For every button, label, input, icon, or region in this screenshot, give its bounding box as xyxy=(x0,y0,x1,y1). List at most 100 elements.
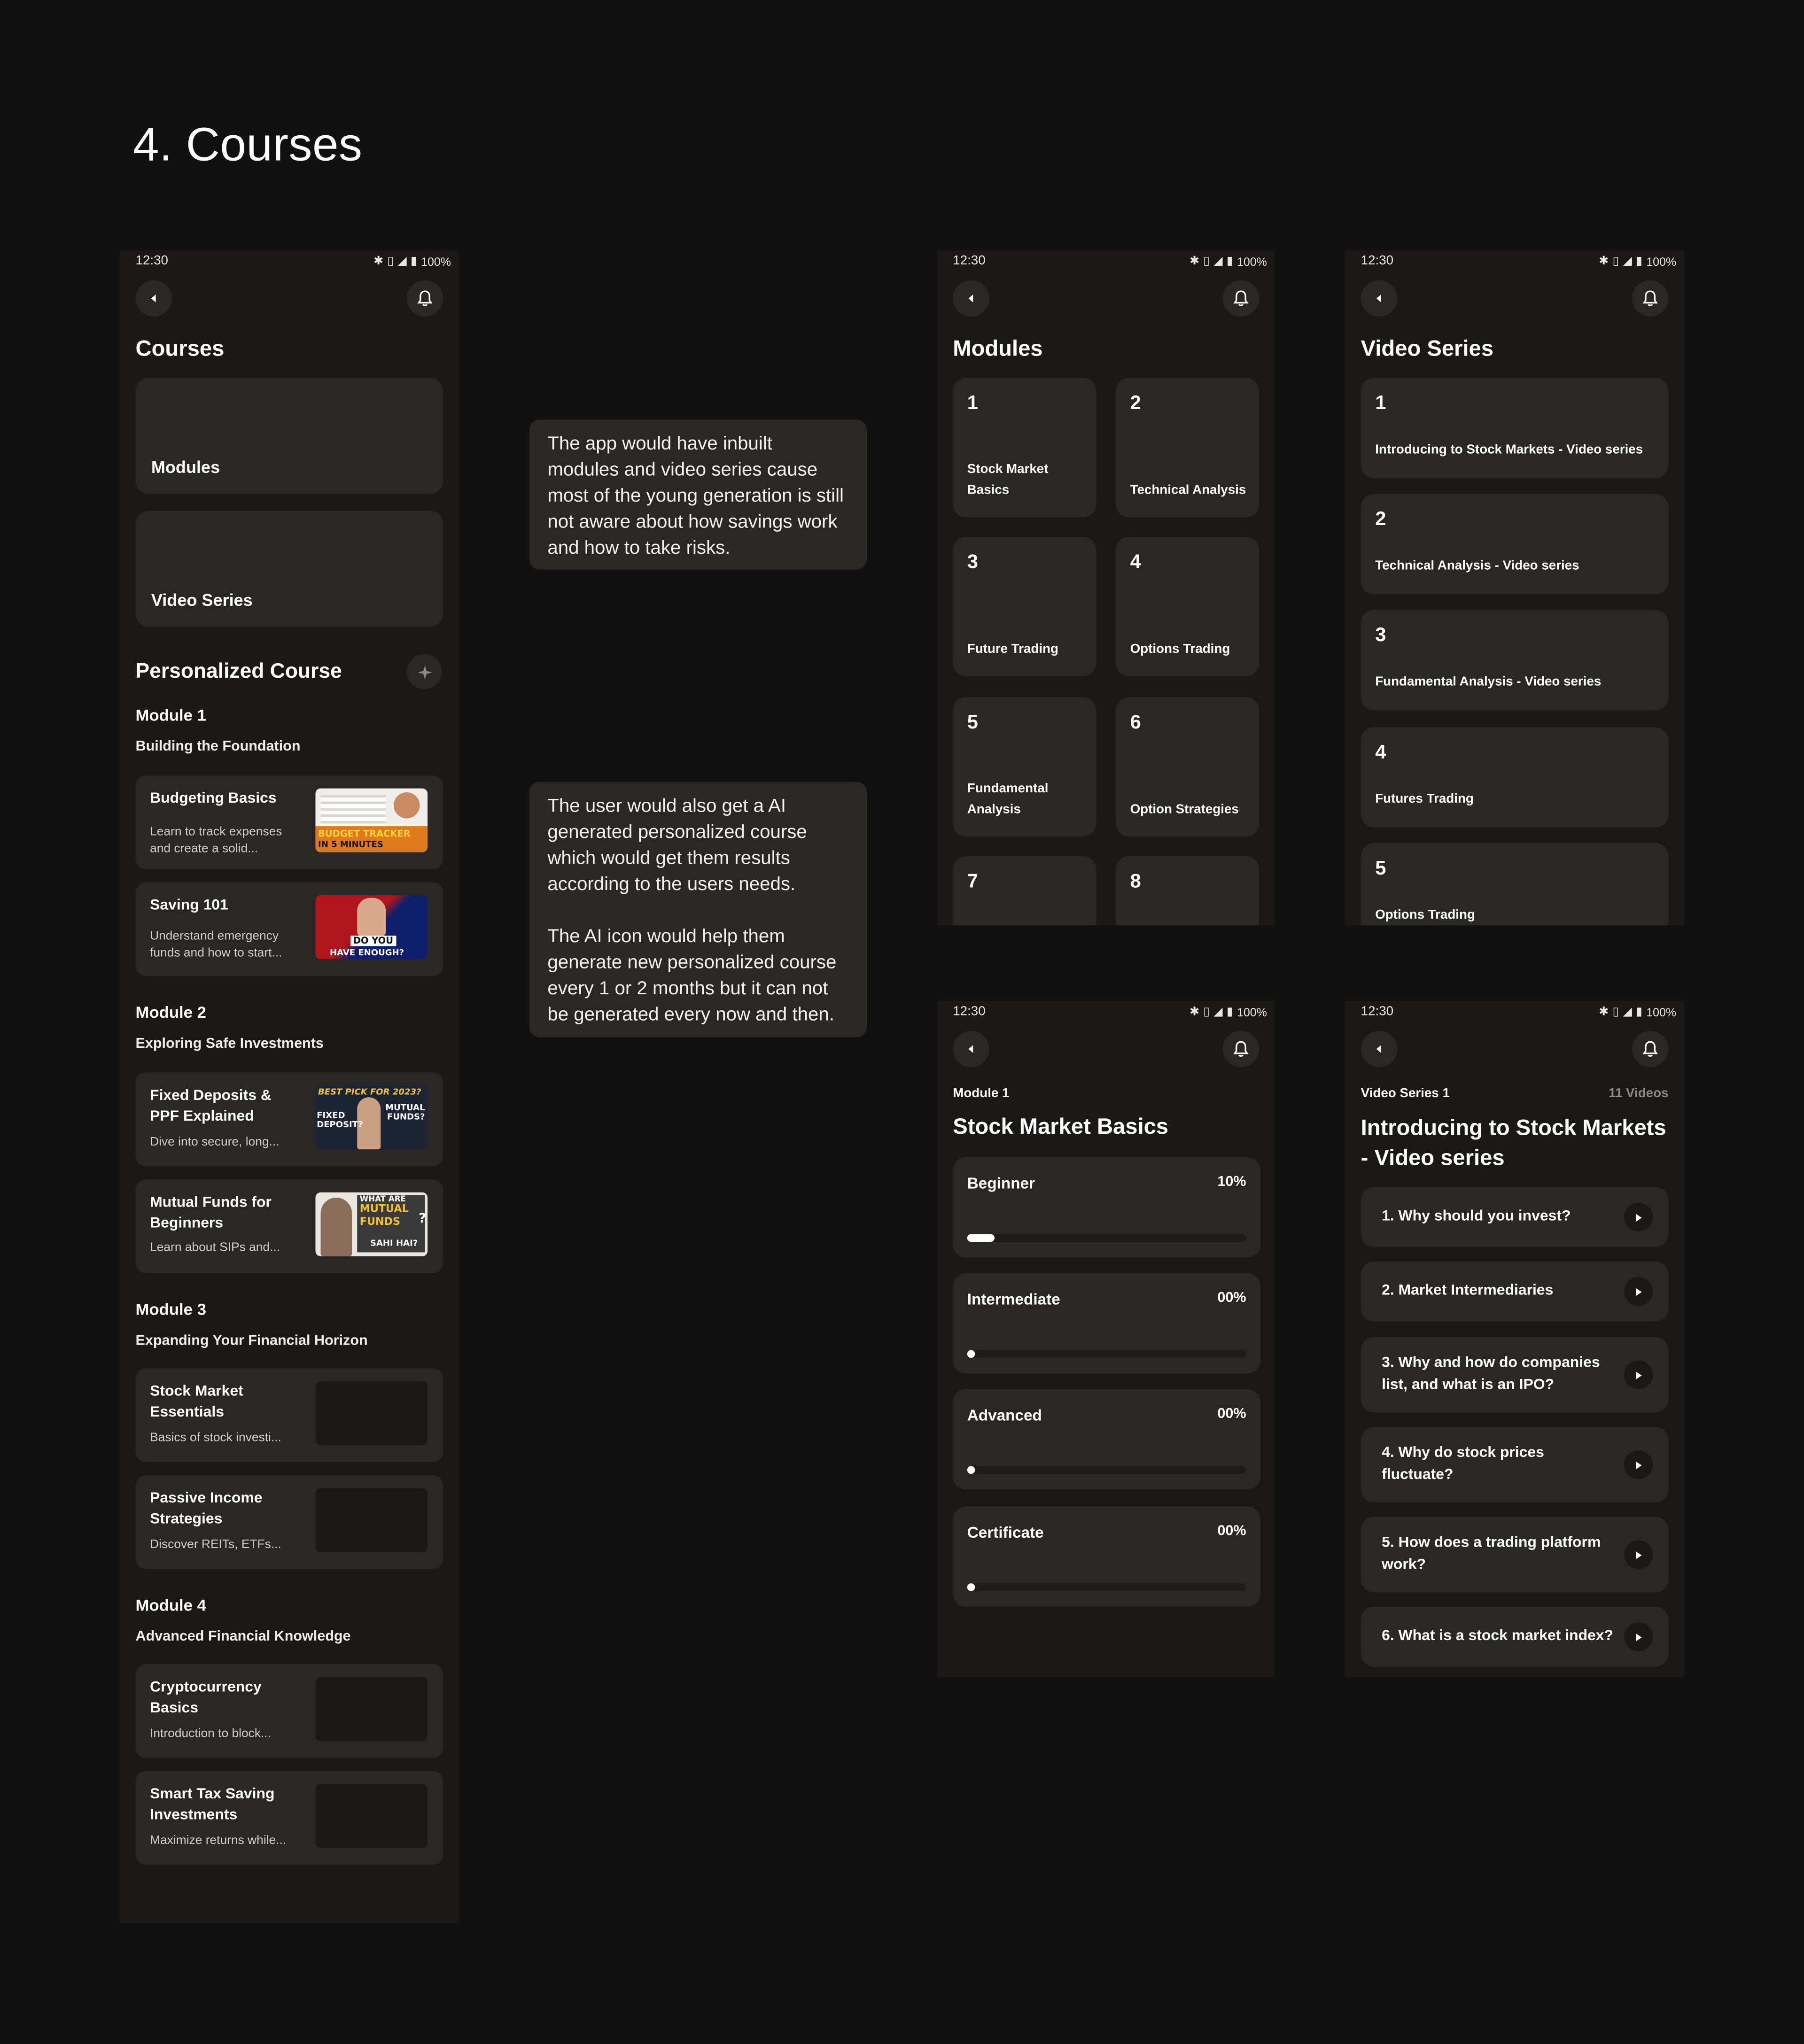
episode-item-1[interactable]: 1. Why should you invest? xyxy=(1361,1187,1669,1247)
play-button[interactable] xyxy=(1624,1622,1653,1651)
video-series-card-4[interactable]: 4 Futures Trading xyxy=(1361,727,1669,828)
module-card-5[interactable]: 5 Fundamental Analysis xyxy=(953,697,1096,837)
signal-icon: ◢ xyxy=(1213,254,1223,267)
episode-item-3[interactable]: 3. Why and how do companies list, and wh… xyxy=(1361,1337,1669,1413)
play-icon xyxy=(1636,1550,1642,1559)
notifications-button[interactable] xyxy=(1222,280,1260,317)
module-name: Options Trading xyxy=(1130,642,1230,657)
ai-generate-button[interactable] xyxy=(406,654,442,689)
battery-icon: ▮ xyxy=(1226,254,1233,267)
bell-icon xyxy=(1233,1041,1249,1057)
module-card-7[interactable]: 7 xyxy=(953,856,1096,925)
episode-item-2[interactable]: 2. Market Intermediaries xyxy=(1361,1261,1669,1322)
screen-title: Video Series xyxy=(1361,336,1493,361)
module-number: 7 xyxy=(967,870,978,893)
thumb-caption-1: BEST PICK FOR 2023? xyxy=(318,1087,421,1098)
level-card-advanced[interactable]: Advanced 00% xyxy=(953,1389,1261,1490)
lesson-card-passive-income[interactable]: Passive Income Strategies Discover REITs… xyxy=(135,1475,443,1569)
module-detail-screen: 12:30 ✱ ▯ ◢ ▮ 100% Module 1 Stock Market… xyxy=(937,1000,1275,1677)
module-card-6[interactable]: 6 Option Strategies xyxy=(1116,697,1260,837)
canvas: 4. Courses 12:30 ✱ ▯ ◢ ▮ 100% Courses Mo… xyxy=(0,0,1804,2044)
video-series-card-2[interactable]: 2 Technical Analysis - Video series xyxy=(1361,494,1669,595)
notifications-button[interactable] xyxy=(1632,280,1669,317)
lesson-card-budgeting-basics[interactable]: Budgeting Basics Learn to track expenses… xyxy=(135,775,443,869)
level-card-certificate[interactable]: Certificate 00% xyxy=(953,1506,1261,1607)
lesson-card-saving-101[interactable]: Saving 101 Understand emergency funds an… xyxy=(135,882,443,976)
module-1-heading: Module 1 xyxy=(135,706,206,725)
module-3-subtitle: Expanding Your Financial Horizon xyxy=(135,1333,368,1349)
lesson-thumbnail: WHAT ARE MUTUAL FUNDS ? SAHI HAI? xyxy=(315,1192,428,1256)
lesson-card-smart-tax-saving[interactable]: Smart Tax Saving Investments Maximize re… xyxy=(135,1771,443,1865)
module-eyebrow: Module 1 xyxy=(953,1087,1010,1101)
notifications-button[interactable] xyxy=(1222,1030,1260,1068)
series-name: Fundamental Analysis - Video series xyxy=(1375,675,1602,689)
screen-title: Courses xyxy=(135,336,225,361)
play-icon xyxy=(1636,1213,1642,1221)
episode-item-4[interactable]: 4. Why do stock prices fluctuate? xyxy=(1361,1427,1669,1503)
module-card-4[interactable]: 4 Options Trading xyxy=(1116,537,1260,677)
notifications-button[interactable] xyxy=(406,280,443,317)
level-label: Advanced xyxy=(967,1406,1042,1425)
signal-icon: ◢ xyxy=(397,254,407,267)
lesson-description: Dive into secure, long... xyxy=(150,1135,280,1150)
module-1-subtitle: Building the Foundation xyxy=(135,739,301,755)
level-card-intermediate[interactable]: Intermediate 00% xyxy=(953,1273,1261,1374)
episode-item-6[interactable]: 6. What is a stock market index? xyxy=(1361,1607,1669,1667)
video-series-screen: 12:30 ✱ ▯ ◢ ▮ 100% Video Series 1 Introd… xyxy=(1345,250,1684,925)
notifications-button[interactable] xyxy=(1632,1030,1669,1068)
lesson-card-mutual-funds[interactable]: Mutual Funds for Beginners Learn about S… xyxy=(135,1179,443,1273)
module-name: Fundamental Analysis xyxy=(967,782,1049,817)
annotation-text: The AI icon would help them generate new… xyxy=(547,926,837,1026)
lesson-title: Mutual Funds for Beginners xyxy=(150,1195,272,1231)
level-progress-fill xyxy=(967,1350,975,1358)
lesson-description: Understand emergency funds and how to st… xyxy=(150,929,282,960)
level-card-beginner[interactable]: Beginner 10% xyxy=(953,1157,1261,1258)
module-2-subtitle: Exploring Safe Investments xyxy=(135,1036,324,1052)
chevron-left-icon xyxy=(1376,294,1381,302)
back-button[interactable] xyxy=(953,280,989,317)
video-series-card-1[interactable]: 1 Introducing to Stock Markets - Video s… xyxy=(1361,378,1669,479)
thumb-sheet xyxy=(320,795,386,827)
module-4-heading: Module 4 xyxy=(135,1596,206,1615)
play-button[interactable] xyxy=(1624,1450,1653,1479)
back-button[interactable] xyxy=(1361,280,1398,317)
series-number: 2 xyxy=(1375,508,1386,531)
play-button[interactable] xyxy=(1624,1360,1653,1389)
module-number: 6 xyxy=(1130,711,1141,734)
play-icon xyxy=(1636,1287,1642,1295)
lesson-card-fixed-deposits[interactable]: Fixed Deposits & PPF Explained Dive into… xyxy=(135,1072,443,1167)
level-progress-bar xyxy=(967,1466,1246,1474)
module-card-8[interactable]: 8 xyxy=(1116,856,1260,925)
battery-level: 100% xyxy=(1646,255,1677,268)
lesson-card-cryptocurrency[interactable]: Cryptocurrency Basics Introduction to bl… xyxy=(135,1664,443,1758)
lesson-description: Learn about SIPs and... xyxy=(150,1240,280,1255)
back-button[interactable] xyxy=(953,1030,989,1068)
lesson-card-stock-market-essentials[interactable]: Stock Market Essentials Basics of stock … xyxy=(135,1368,443,1463)
module-card-2[interactable]: 2 Technical Analysis xyxy=(1116,378,1260,518)
lesson-thumbnail-placeholder xyxy=(315,1381,428,1446)
play-button[interactable] xyxy=(1624,1277,1653,1306)
episode-item-5[interactable]: 5. How does a trading platform work? xyxy=(1361,1517,1669,1593)
video-series-card[interactable]: Video Series xyxy=(135,511,443,627)
series-name: Technical Analysis - Video series xyxy=(1375,559,1579,573)
back-button[interactable] xyxy=(135,280,172,317)
module-card-3[interactable]: 3 Future Trading xyxy=(953,537,1096,677)
thumb-caption-2: MUTUAL FUNDS xyxy=(359,1202,409,1228)
personalized-course-heading: Personalized Course xyxy=(135,660,342,683)
battery-level: 100% xyxy=(1646,1005,1677,1019)
chevron-left-icon xyxy=(968,294,973,302)
lesson-description: Introduction to block... xyxy=(150,1727,271,1741)
video-count: 11 Videos xyxy=(1608,1087,1669,1101)
back-button[interactable] xyxy=(1361,1030,1398,1068)
video-series-card-3[interactable]: 3 Fundamental Analysis - Video series xyxy=(1361,610,1669,711)
level-percentage: 10% xyxy=(1217,1174,1246,1190)
level-label: Beginner xyxy=(967,1174,1035,1192)
play-button[interactable] xyxy=(1624,1202,1653,1231)
thumb-caption-1: DO YOU xyxy=(350,936,396,946)
video-series-card-5[interactable]: 5 Options Trading xyxy=(1361,843,1669,925)
play-button[interactable] xyxy=(1624,1540,1653,1569)
battery-icon: ▮ xyxy=(1636,254,1642,267)
lesson-title: Cryptocurrency Basics xyxy=(150,1680,262,1717)
module-card-1[interactable]: 1 Stock Market Basics xyxy=(953,378,1096,518)
modules-card[interactable]: Modules xyxy=(135,378,443,494)
